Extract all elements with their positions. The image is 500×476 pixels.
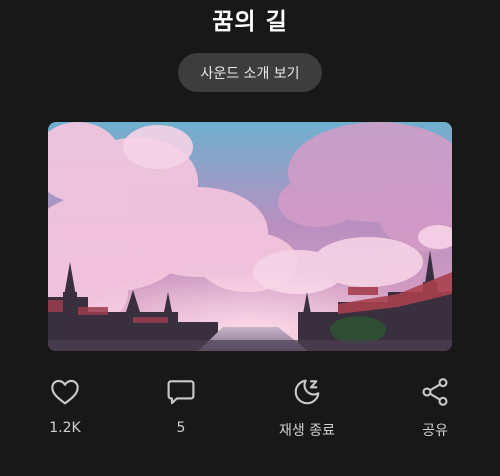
share-label: 공유 bbox=[422, 423, 448, 439]
heart-icon bbox=[20, 376, 110, 410]
comment-count: 5 bbox=[176, 420, 186, 436]
comment-icon bbox=[136, 376, 226, 410]
like-count: 1.2K bbox=[49, 420, 81, 436]
sound-intro-button[interactable]: 사운드 소개 보기 bbox=[178, 53, 322, 92]
share-button[interactable]: 공유 bbox=[390, 374, 480, 444]
sleep-timer-button[interactable]: 재생 종료 bbox=[262, 374, 352, 444]
like-button[interactable]: 1.2K bbox=[20, 374, 110, 444]
action-bar: 1.2K 5 재생 종료 공유 bbox=[0, 374, 500, 444]
page-title: 꿈의 길 bbox=[212, 9, 288, 35]
sleep-timer-label: 재생 종료 bbox=[279, 423, 335, 439]
moon-zz-icon bbox=[262, 376, 352, 410]
cover-artwork bbox=[48, 122, 452, 351]
share-icon bbox=[390, 376, 480, 410]
comment-button[interactable]: 5 bbox=[136, 374, 226, 444]
